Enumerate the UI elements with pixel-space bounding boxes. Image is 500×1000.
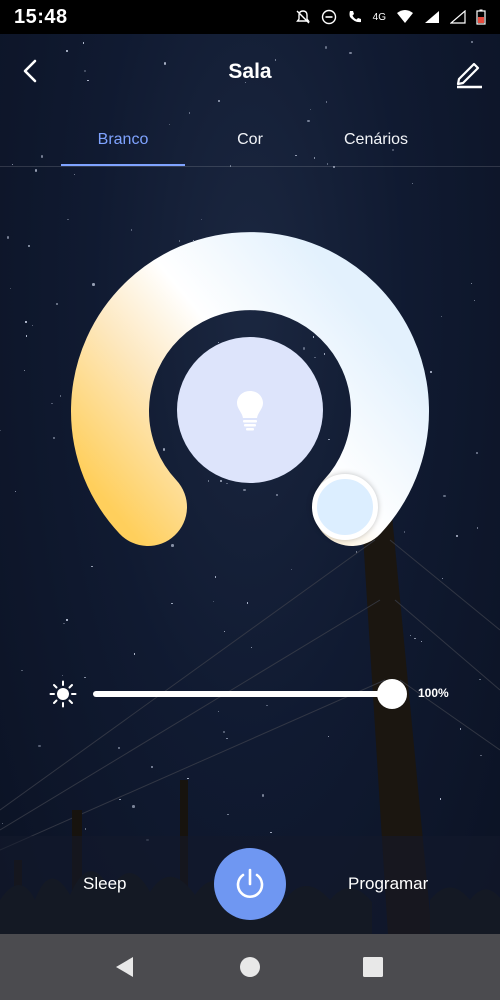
brightness-slider-track[interactable] bbox=[93, 691, 393, 697]
star bbox=[411, 182, 414, 185]
battery-low-icon bbox=[476, 9, 486, 25]
nav-back-icon[interactable] bbox=[113, 955, 137, 979]
signal-icon bbox=[425, 11, 439, 23]
wifi-icon bbox=[397, 10, 413, 23]
nav-home-icon[interactable] bbox=[238, 955, 262, 979]
tab-branco[interactable]: Branco bbox=[61, 114, 185, 166]
network-type: 4G bbox=[372, 11, 386, 23]
mode-tabs: Branco Cor Cenários bbox=[0, 114, 500, 167]
sleep-button[interactable]: Sleep bbox=[83, 874, 126, 894]
do-not-disturb-icon bbox=[321, 9, 336, 25]
page-title: Sala bbox=[228, 60, 272, 83]
tab-cor[interactable]: Cor bbox=[200, 114, 300, 166]
signal-empty-icon bbox=[450, 10, 466, 24]
star bbox=[73, 173, 76, 176]
brightness-percentage: 100% bbox=[418, 686, 449, 700]
tab-cenarios[interactable]: Cenários bbox=[320, 114, 432, 166]
status-time: 15:48 bbox=[14, 5, 68, 28]
brightness-control: 100% bbox=[0, 672, 500, 716]
schedule-button[interactable]: Programar bbox=[348, 874, 428, 894]
app-header: Sala bbox=[0, 34, 500, 114]
star bbox=[34, 169, 38, 172]
active-tab-indicator bbox=[61, 164, 185, 166]
edit-pencil-icon[interactable] bbox=[452, 56, 486, 90]
nav-recents-icon[interactable] bbox=[361, 955, 385, 979]
light-toggle-circle[interactable] bbox=[177, 337, 323, 483]
light-bulb-icon bbox=[237, 391, 263, 431]
call-icon bbox=[349, 11, 361, 23]
system-icons: 4G bbox=[295, 9, 486, 25]
temperature-knob[interactable] bbox=[312, 474, 378, 540]
brightness-sun-icon bbox=[49, 680, 77, 708]
android-navigation-bar bbox=[0, 934, 500, 1000]
bottom-action-bar: Sleep Programar bbox=[0, 836, 500, 934]
brightness-slider-thumb[interactable] bbox=[377, 679, 407, 709]
power-icon bbox=[236, 868, 264, 898]
tab-label: Branco bbox=[97, 131, 149, 148]
notifications-off-icon bbox=[295, 10, 310, 24]
tab-label: Cenários bbox=[343, 131, 409, 148]
tab-label: Cor bbox=[237, 131, 263, 148]
status-bar: 15:48 4G bbox=[0, 0, 500, 34]
power-button[interactable] bbox=[214, 848, 286, 920]
